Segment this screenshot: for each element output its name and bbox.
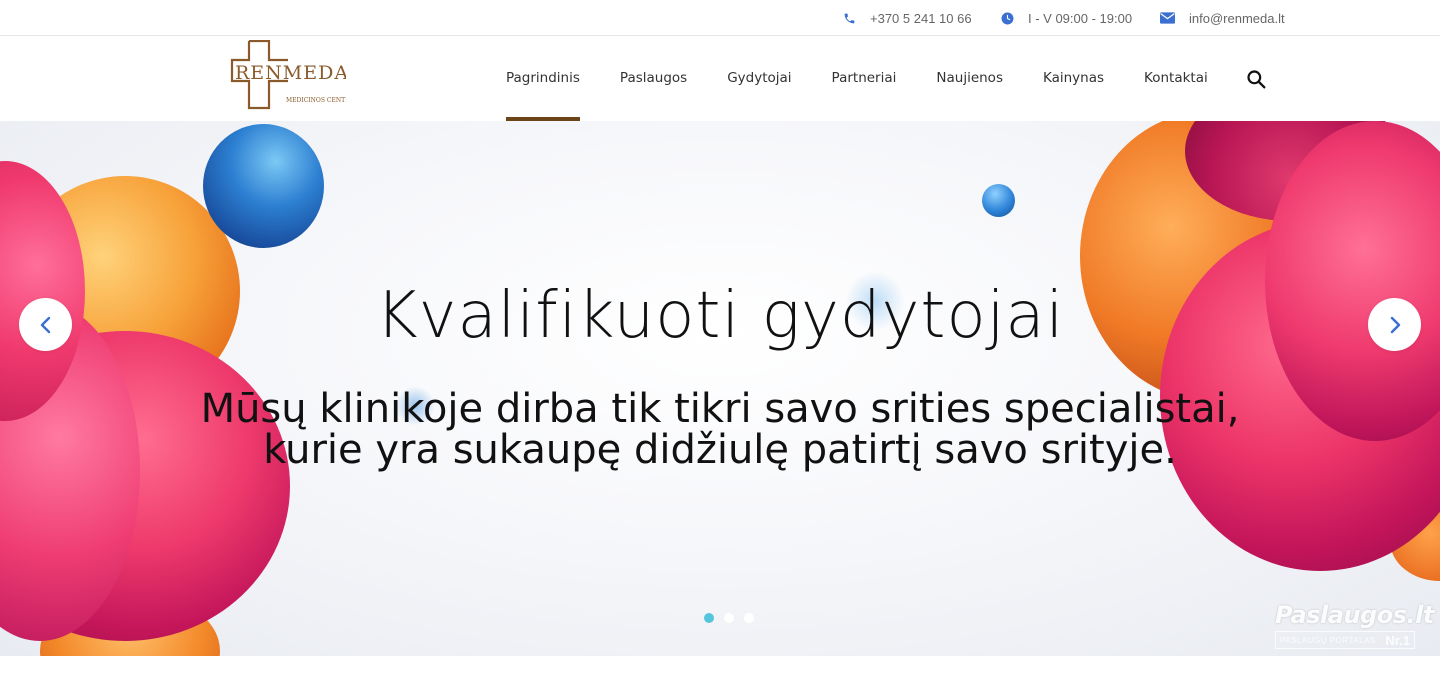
chevron-right-icon — [1390, 316, 1400, 333]
search-icon — [1247, 70, 1266, 89]
hours-text: I - V 09:00 - 19:00 — [1028, 10, 1133, 26]
chevron-left-icon — [40, 316, 50, 333]
renmeda-logo[interactable]: RENMEDA MEDICINOS CENTRAS — [230, 39, 358, 110]
email-contact[interactable]: info@renmeda.lt — [1160, 0, 1285, 36]
hero-slider: Kvalifikuoti gydytojai Mūsų klinikoje di… — [0, 121, 1440, 656]
nav-item-naujienos[interactable]: Naujienos — [916, 36, 1023, 121]
slider-dot[interactable] — [744, 613, 754, 623]
nav-item-kainynas[interactable]: Kainynas — [1023, 36, 1124, 121]
hero-subtitle-line: Mūsų klinikoje dirba tik tikri savo srit… — [200, 386, 1240, 432]
hero-subtitle-line: kurie yra sukaupę didžiulę patirtį savo … — [263, 427, 1177, 473]
paslaugos-watermark: Paslaugos.lt PASLAUGŲ PORTALAS Nr.1 — [1275, 601, 1434, 656]
phone-contact[interactable]: +370 5 241 10 66 — [843, 0, 972, 36]
mail-icon — [1160, 12, 1175, 24]
watermark-subtitle: PASLAUGŲ PORTALAS Nr.1 — [1275, 631, 1415, 649]
top-bar: +370 5 241 10 66 I - V 09:00 - 19:00 inf… — [0, 0, 1440, 36]
decorative-blue-sphere — [203, 124, 324, 248]
watermark-sub-text: PASLAUGŲ PORTALAS — [1280, 635, 1376, 645]
watermark-badge: Nr.1 — [1385, 632, 1410, 648]
search-button[interactable] — [1244, 67, 1268, 91]
decorative-blue-sphere — [982, 184, 1015, 217]
nav-item-paslaugos[interactable]: Paslaugos — [600, 36, 707, 121]
slider-dot[interactable] — [704, 613, 714, 623]
hours-info: I - V 09:00 - 19:00 — [1001, 0, 1132, 36]
nav-item-gydytojai[interactable]: Gydytojai — [707, 36, 811, 121]
slider-prev-button[interactable] — [19, 298, 72, 351]
hero-subtitle: Mūsų klinikoje dirba tik tikri savo srit… — [0, 389, 1440, 471]
nav-item-kontaktai[interactable]: Kontaktai — [1124, 36, 1228, 121]
nav-item-pagrindinis[interactable]: Pagrindinis — [486, 36, 600, 121]
slider-pagination — [704, 613, 764, 623]
main-nav: Pagrindinis Paslaugos Gydytojai Partneri… — [486, 36, 1228, 121]
clock-icon — [1001, 12, 1014, 24]
nav-item-partneriai[interactable]: Partneriai — [812, 36, 917, 121]
phone-icon — [844, 13, 855, 23]
email-text: info@renmeda.lt — [1189, 10, 1285, 26]
watermark-title: Paslaugos.lt — [1275, 601, 1434, 629]
site-header: RENMEDA MEDICINOS CENTRAS Pagrindinis Pa… — [0, 36, 1440, 121]
hero-title: Kvalifikuoti gydytojai — [375, 279, 1065, 353]
phone-text: +370 5 241 10 66 — [870, 10, 972, 26]
svg-text:RENMEDA: RENMEDA — [235, 62, 346, 84]
slider-next-button[interactable] — [1368, 298, 1421, 351]
slider-dot[interactable] — [724, 613, 734, 623]
svg-text:MEDICINOS CENTRAS: MEDICINOS CENTRAS — [286, 97, 346, 104]
